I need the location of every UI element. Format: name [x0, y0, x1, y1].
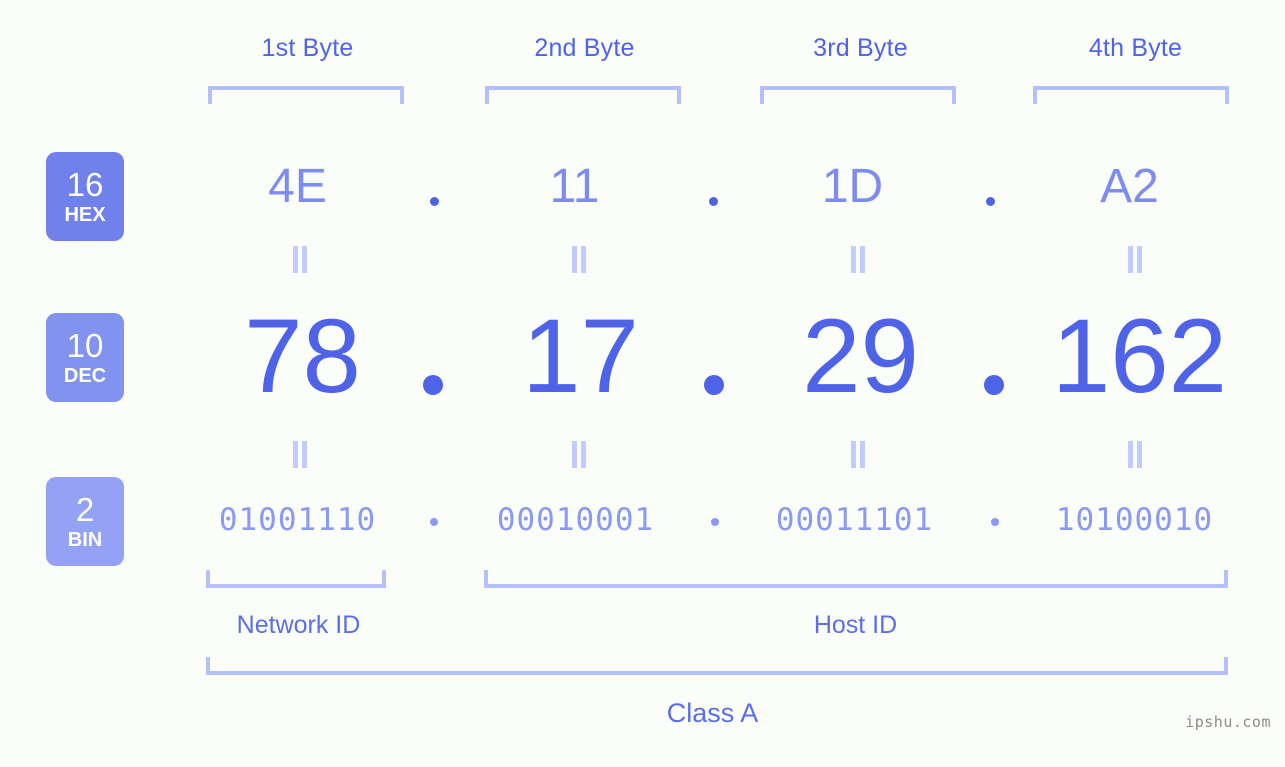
radix-badge-hex: 16 HEX: [46, 152, 124, 241]
equality-mark-hex-dec-3: [850, 246, 866, 273]
radix-badge-bin-number: 2: [75, 491, 95, 528]
byte-bracket-2: [485, 86, 681, 104]
bin-byte-2: 00010001: [496, 502, 655, 538]
host-id-label: Host ID: [813, 611, 898, 639]
bin-byte-3: 00011101: [775, 502, 934, 538]
hex-byte-1: 4E: [268, 160, 327, 213]
network-id-bracket: [206, 570, 386, 588]
equality-mark-hex-dec-4: [1127, 246, 1143, 273]
byte-header-4: 4th Byte: [1088, 34, 1183, 62]
dec-byte-1: 78: [244, 298, 361, 415]
radix-badge-hex-number: 16: [66, 166, 104, 203]
dec-byte-2: 17: [522, 298, 639, 415]
dec-separator-dot-1: [423, 375, 443, 395]
class-label: Class A: [666, 698, 759, 728]
equality-mark-hex-dec-1: [292, 246, 308, 273]
bin-separator-dot-2: [711, 518, 719, 526]
hex-separator-dot-1: [430, 197, 439, 206]
equality-mark-hex-dec-2: [571, 246, 587, 273]
hex-byte-3: 1D: [821, 160, 884, 213]
hex-byte-4: A2: [1100, 160, 1159, 213]
radix-badge-bin: 2 BIN: [46, 477, 124, 566]
network-id-label: Network ID: [236, 611, 361, 639]
equality-mark-dec-bin-4: [1127, 441, 1143, 468]
bin-separator-dot-1: [430, 518, 438, 526]
bin-separator-dot-3: [991, 518, 999, 526]
byte-header-3: 3rd Byte: [813, 34, 908, 62]
ip-address-breakdown-diagram: 1st Byte 2nd Byte 3rd Byte 4th Byte 16 H…: [0, 0, 1285, 767]
bin-byte-4: 10100010: [1055, 502, 1214, 538]
class-bracket: [206, 657, 1228, 675]
byte-bracket-3: [760, 86, 956, 104]
hex-byte-2: 11: [549, 160, 600, 213]
bin-byte-1: 01001110: [218, 502, 377, 538]
hex-separator-dot-2: [709, 197, 718, 206]
host-id-bracket: [484, 570, 1228, 588]
radix-badge-dec: 10 DEC: [46, 313, 124, 402]
byte-bracket-4: [1033, 86, 1229, 104]
site-watermark: ipshu.com: [1185, 713, 1271, 731]
dec-separator-dot-2: [704, 375, 724, 395]
radix-badge-hex-label: HEX: [64, 204, 106, 226]
byte-header-1: 1st Byte: [261, 34, 354, 62]
byte-header-2: 2nd Byte: [534, 34, 635, 62]
dec-byte-3: 29: [802, 298, 919, 415]
hex-separator-dot-3: [986, 197, 995, 206]
dec-byte-4: 162: [1051, 298, 1228, 415]
radix-badge-dec-label: DEC: [63, 365, 107, 387]
equality-mark-dec-bin-2: [571, 441, 587, 468]
byte-bracket-1: [208, 86, 404, 104]
radix-badge-dec-number: 10: [66, 327, 104, 364]
radix-badge-bin-label: BIN: [67, 529, 103, 551]
equality-mark-dec-bin-1: [292, 441, 308, 468]
dec-separator-dot-3: [984, 375, 1004, 395]
equality-mark-dec-bin-3: [850, 441, 866, 468]
